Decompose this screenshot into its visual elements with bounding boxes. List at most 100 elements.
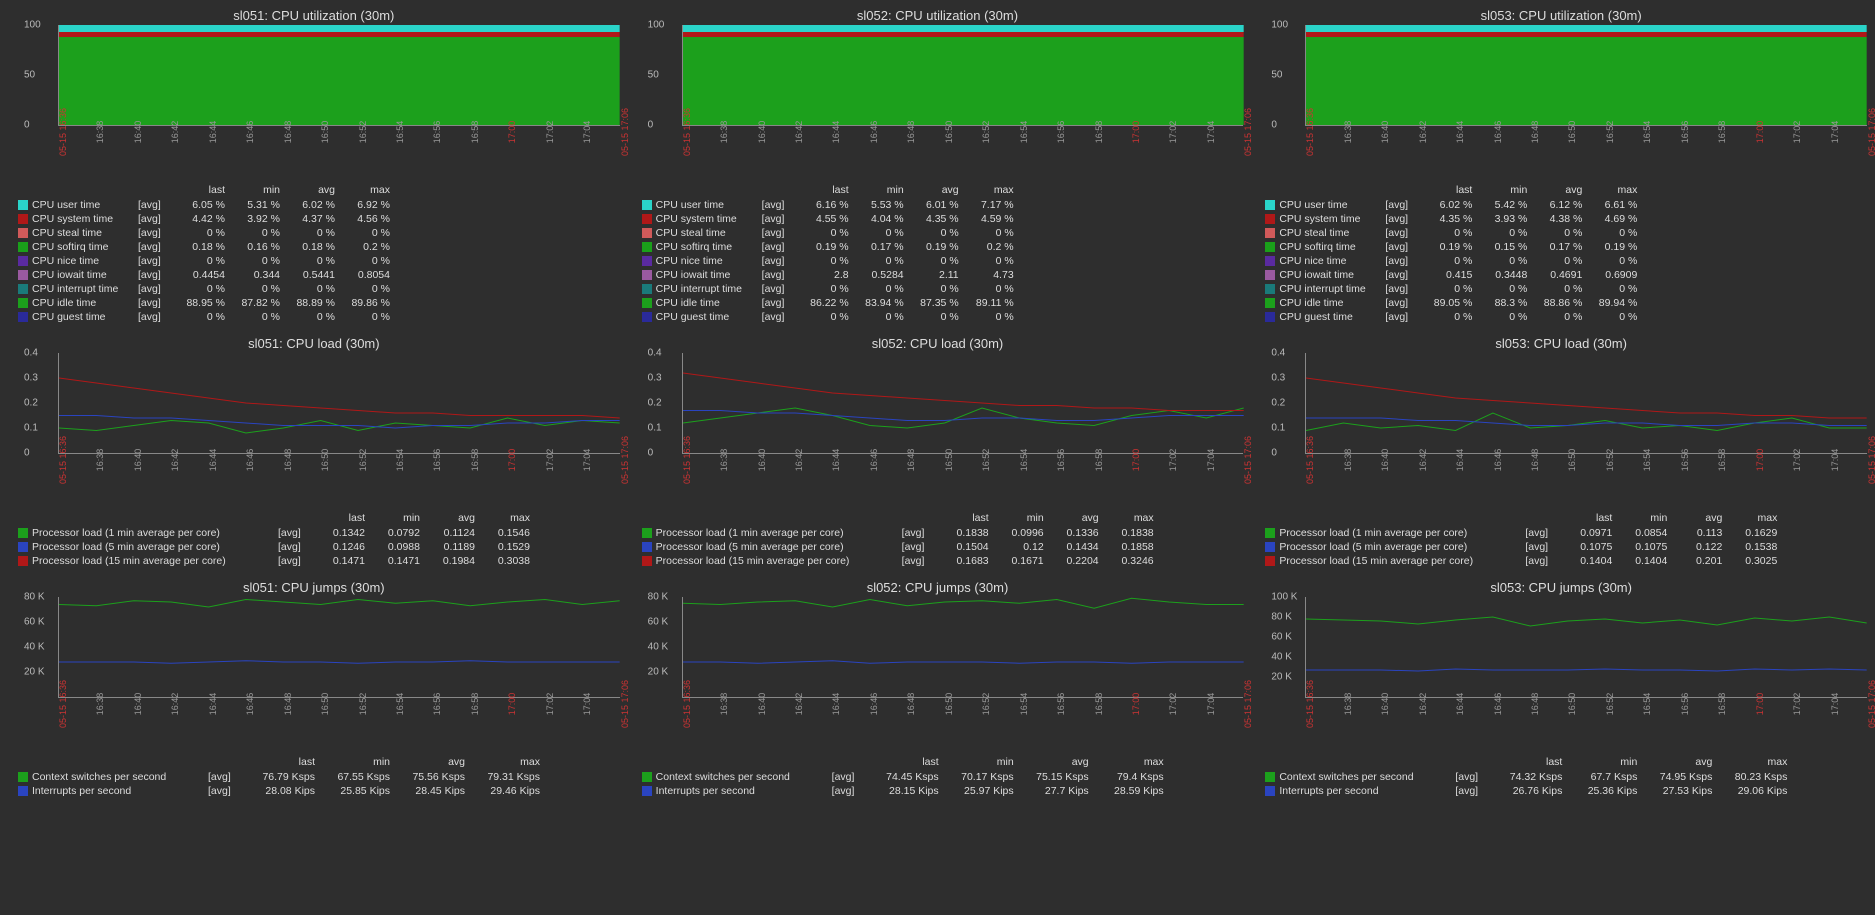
legend-val-last: 28.08 Kips — [248, 785, 323, 797]
x-tick: 05-15 17:06 — [1243, 680, 1253, 728]
legend-val-last: 0.1838 — [942, 527, 997, 539]
legend-swatch — [642, 270, 652, 280]
legend-val-max: 0.3025 — [1730, 555, 1785, 567]
legend-val-last: 88.95 % — [178, 297, 233, 309]
legend-val-avg: 0.1434 — [1052, 541, 1107, 553]
x-tick: 16:50 — [1567, 693, 1577, 716]
legend-val-min: 0.0988 — [373, 541, 428, 553]
legend-row: CPU steal time[avg]0 %0 %0 %0 % — [642, 226, 1244, 240]
legend-val-avg: 75.56 Ksps — [398, 771, 473, 783]
legend-agg: [avg] — [138, 311, 178, 323]
y-tick: 20 K — [24, 667, 45, 678]
panel-title: sl052: CPU utilization (30m) — [632, 8, 1244, 23]
legend-label: CPU system time — [1265, 213, 1385, 225]
x-tick: 05-15 17:06 — [620, 680, 630, 728]
y-tick: 40 K — [24, 642, 45, 653]
legend-val-avg: 0.1984 — [428, 555, 483, 567]
legend-val-min: 0.16 % — [233, 241, 288, 253]
legend-row: Context switches per second[avg]76.79 Ks… — [18, 770, 620, 784]
legend-val-min: 0 % — [1480, 311, 1535, 323]
legend-val-last: 6.16 % — [802, 199, 857, 211]
legend-label: Context switches per second — [18, 771, 208, 783]
legend-label: CPU iowait time — [642, 269, 762, 281]
x-tick: 16:48 — [906, 449, 916, 472]
x-tick: 17:00 — [1131, 693, 1141, 716]
y-tick: 0.1 — [1271, 423, 1285, 434]
legend-agg: [avg] — [1455, 785, 1495, 797]
legend-val-min: 0 % — [857, 283, 912, 295]
x-tick: 16:52 — [981, 121, 991, 144]
legend-val-last: 0.415 — [1425, 269, 1480, 281]
x-tick: 16:38 — [1343, 121, 1353, 144]
x-tick: 16:54 — [1019, 693, 1029, 716]
legend-swatch — [18, 312, 28, 322]
legend-swatch — [642, 284, 652, 294]
legend-col-min: min — [1620, 512, 1675, 524]
legend-agg: [avg] — [832, 785, 872, 797]
x-tick: 16:54 — [1642, 121, 1652, 144]
legend-val-max: 0.3038 — [483, 555, 538, 567]
x-tick: 16:42 — [170, 693, 180, 716]
legend-val-avg: 0.5441 — [288, 269, 343, 281]
cpu-load-panel-sl052: sl052: CPU load (30m)00.10.20.30.405-15 … — [632, 336, 1244, 568]
x-tick: 17:02 — [545, 449, 555, 472]
legend-label: Interrupts per second — [642, 785, 832, 797]
legend-col-avg: avg — [398, 756, 473, 768]
legend-val-max: 4.73 — [967, 269, 1022, 281]
x-tick: 16:44 — [208, 121, 218, 144]
x-tick: 16:50 — [944, 449, 954, 472]
legend-label: CPU interrupt time — [642, 283, 762, 295]
legend-swatch — [1265, 542, 1275, 552]
legend-label: CPU softirq time — [1265, 241, 1385, 253]
legend-table: lastminavgmaxContext switches per second… — [642, 756, 1244, 798]
x-tick: 16:50 — [944, 693, 954, 716]
legend-row: Processor load (1 min average per core)[… — [1265, 526, 1867, 540]
legend-col-avg: avg — [1675, 512, 1730, 524]
legend-val-last: 0 % — [178, 227, 233, 239]
legend-val-avg: 0 % — [1535, 255, 1590, 267]
legend-agg: [avg] — [138, 241, 178, 253]
y-tick: 100 — [648, 20, 665, 31]
x-tick: 16:52 — [358, 121, 368, 144]
x-tick: 16:52 — [1605, 121, 1615, 144]
x-axis-labels: 05-15 16:3616:3816:4016:4216:4416:4616:4… — [58, 702, 620, 752]
legend-val-avg: 0.18 % — [288, 241, 343, 253]
x-tick: 17:00 — [507, 449, 517, 472]
legend-val-avg: 0 % — [912, 227, 967, 239]
legend-label: CPU user time — [18, 199, 138, 211]
legend-val-last: 0 % — [802, 311, 857, 323]
x-tick: 17:00 — [1755, 693, 1765, 716]
legend-agg: [avg] — [138, 213, 178, 225]
cpu-jumps-chart: 20 K40 K60 K80 K — [58, 597, 620, 698]
x-tick: 17:02 — [545, 693, 555, 716]
legend-val-max: 89.11 % — [967, 297, 1022, 309]
x-tick: 16:44 — [1455, 121, 1465, 144]
x-tick: 16:48 — [283, 449, 293, 472]
legend-val-last: 0.1342 — [318, 527, 373, 539]
legend-col-max: max — [1097, 756, 1172, 768]
legend-swatch — [642, 528, 652, 538]
y-tick: 0.1 — [24, 423, 38, 434]
legend-row: CPU iowait time[avg]0.4150.34480.46910.6… — [1265, 268, 1867, 282]
legend-col-min: min — [323, 756, 398, 768]
legend-row: Processor load (15 min average per core)… — [642, 554, 1244, 568]
panel-title: sl051: CPU load (30m) — [8, 336, 620, 351]
legend-val-min: 25.36 Kips — [1570, 785, 1645, 797]
legend-swatch — [18, 542, 28, 552]
x-tick: 05-15 17:06 — [620, 436, 630, 484]
x-tick: 16:50 — [320, 449, 330, 472]
legend-val-min: 0.17 % — [857, 241, 912, 253]
legend-val-last: 4.42 % — [178, 213, 233, 225]
legend-val-avg: 6.01 % — [912, 199, 967, 211]
y-tick: 60 K — [24, 617, 45, 628]
legend-val-last: 2.8 — [802, 269, 857, 281]
legend-label: CPU nice time — [18, 255, 138, 267]
legend-label: CPU steal time — [18, 227, 138, 239]
legend-agg: [avg] — [902, 527, 942, 539]
legend-val-min: 25.85 Kips — [323, 785, 398, 797]
legend-label: CPU guest time — [1265, 311, 1385, 323]
legend-row: Interrupts per second[avg]28.08 Kips25.8… — [18, 784, 620, 798]
legend-val-avg: 0 % — [912, 283, 967, 295]
legend-val-last: 0.1404 — [1565, 555, 1620, 567]
legend-val-avg: 74.95 Ksps — [1645, 771, 1720, 783]
